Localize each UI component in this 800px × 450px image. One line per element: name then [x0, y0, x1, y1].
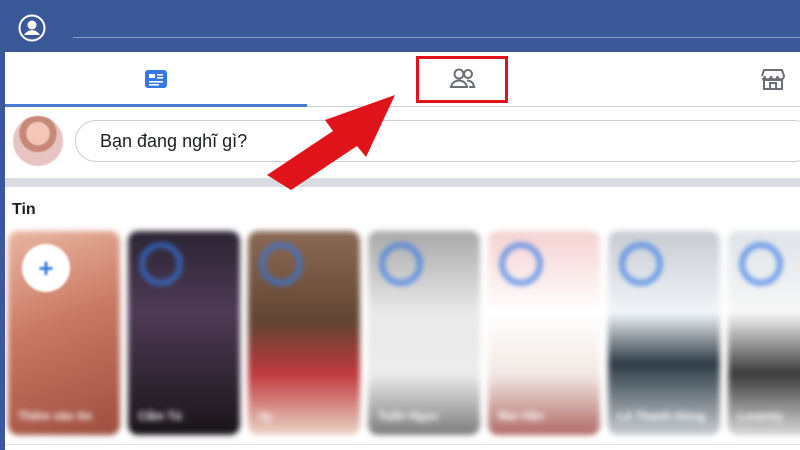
story-name: Vy: [258, 409, 273, 423]
story-name: Thêm vào tin: [18, 409, 93, 423]
story-card[interactable]: Cẩm Tú: [128, 231, 240, 435]
facebook-mobile-screen: Bạn đang nghĩ gì? Tin Thêm vào tin Cẩm T…: [5, 5, 800, 450]
story-card[interactable]: Vy: [248, 231, 360, 435]
story-avatar: [740, 243, 782, 285]
top-bar: [5, 5, 800, 52]
search-underline: [73, 37, 800, 38]
stories-title: Tin: [12, 201, 36, 218]
user-circle-icon: [18, 14, 46, 42]
story-name: Lê Thanh Hùng: [618, 409, 706, 423]
marketplace-icon: [760, 69, 785, 90]
story-avatar: [620, 243, 662, 285]
story-name: Leventy: [738, 409, 784, 423]
story-name: Tuấn Ngọc: [378, 409, 440, 423]
tab-home[interactable]: [5, 52, 307, 107]
bottom-divider: [5, 444, 800, 445]
status-input[interactable]: Bạn đang nghĩ gì?: [75, 120, 800, 162]
profile-button[interactable]: [18, 14, 46, 42]
stories-row: Thêm vào tin Cẩm Tú Vy Tuấn Ngọc Mai Hân…: [5, 231, 800, 439]
friends-tab-highlight: [416, 56, 508, 103]
story-card[interactable]: Leventy: [728, 231, 800, 435]
story-avatar: [500, 243, 542, 285]
plus-icon[interactable]: +: [22, 244, 70, 292]
story-avatar: [260, 243, 302, 285]
tab-marketplace[interactable]: [745, 52, 800, 106]
story-avatar: [140, 243, 182, 285]
avatar[interactable]: [13, 116, 63, 166]
story-card[interactable]: Lê Thanh Hùng: [608, 231, 720, 435]
news-feed-icon: [145, 70, 167, 88]
annotation-arrow: [267, 95, 395, 190]
story-card[interactable]: Mai Hân: [488, 231, 600, 435]
story-avatar: [380, 243, 422, 285]
story-name: Mai Hân: [498, 409, 545, 423]
story-card[interactable]: Tuấn Ngọc: [368, 231, 480, 435]
story-name: Cẩm Tú: [138, 409, 183, 423]
status-placeholder: Bạn đang nghĩ gì?: [100, 130, 248, 151]
